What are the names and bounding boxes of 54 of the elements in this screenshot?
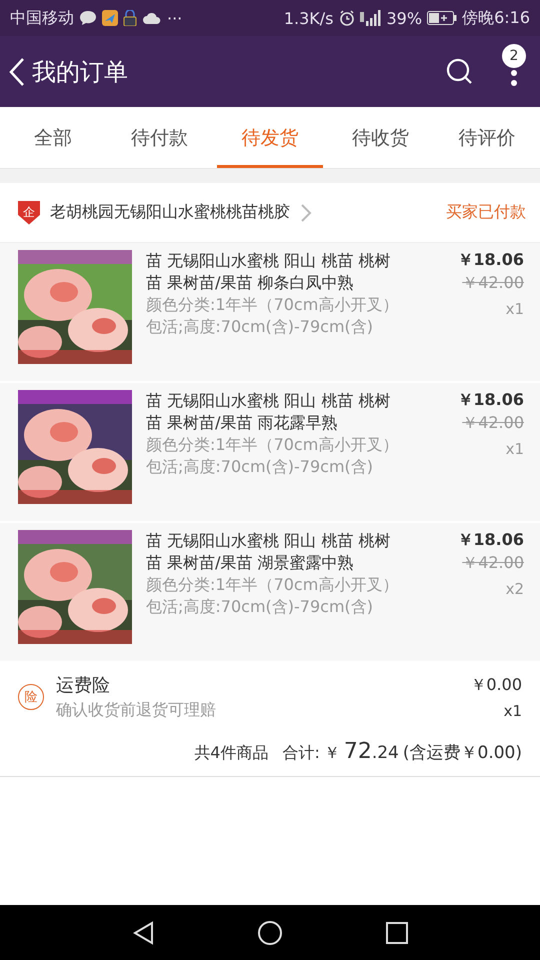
order-tab[interactable]: 待收货	[327, 107, 434, 168]
order-tab[interactable]: 全部	[0, 107, 106, 168]
item-price: ￥18.06	[457, 250, 524, 271]
item-title: 苗 无锡阳山水蜜桃 阳山 桃苗 桃树苗 果树苗/果苗 雨花露早熟	[146, 390, 392, 434]
original-price: ￥42.00	[462, 413, 524, 434]
carrier-name: 中国移动	[10, 8, 74, 28]
order-item[interactable]: 苗 无锡阳山水蜜桃 阳山 桃苗 桃树苗 果树苗/果苗 湖景蜜露中熟 颜色分类:1年半（70cm高小开叉）包活;高度:70cm(含)-79cm(含) ￥18.06 ￥42.00 x2	[0, 523, 540, 663]
original-price: ￥42.00	[462, 273, 524, 294]
original-price: ￥42.00	[462, 553, 524, 574]
page-title: 我的订单	[32, 56, 129, 88]
clock-time: 傍晚6:16	[462, 8, 530, 28]
shop-name[interactable]: 老胡桃园无锡阳山水蜜桃桃苗桃胶	[50, 202, 290, 223]
item-quantity: x1	[506, 440, 524, 458]
item-title: 苗 无锡阳山水蜜桃 阳山 桃苗 桃树苗 果树苗/果苗 柳条白凤中熟	[146, 250, 392, 294]
notification-badge: 2	[502, 44, 526, 68]
item-spec: 颜色分类:1年半（70cm高小开叉）包活;高度:70cm(含)-79cm(含)	[146, 434, 400, 478]
signal-icon	[360, 10, 382, 26]
shipping-note: (含运费￥0.00)	[402, 742, 522, 764]
cloud-icon	[142, 11, 162, 25]
app-icon	[102, 10, 118, 26]
item-spec: 颜色分类:1年半（70cm高小开叉）包活;高度:70cm(含)-79cm(含)	[146, 574, 400, 618]
shop-badge: 企	[18, 200, 40, 224]
network-speed: 1.3K/s	[284, 8, 334, 28]
back-icon[interactable]	[8, 56, 26, 86]
lock-icon	[123, 10, 137, 26]
insurance-note: 确认收货前退货可理赔	[56, 700, 217, 721]
insurance-badge: 险	[18, 684, 44, 710]
recents-icon[interactable]	[386, 922, 408, 944]
order-item[interactable]: 苗 无锡阳山水蜜桃 阳山 桃苗 桃树苗 果树苗/果苗 柳条白凤中熟 颜色分类:1年半（70cm高小开叉）包活;高度:70cm(含)-79cm(含) ￥18.06 ￥42.00 x1	[0, 243, 540, 383]
home-icon[interactable]	[256, 920, 283, 946]
item-title: 苗 无锡阳山水蜜桃 阳山 桃苗 桃树苗 果树苗/果苗 湖景蜜露中熟	[146, 530, 392, 574]
more-notifications: ···	[167, 8, 182, 28]
order-tab[interactable]: 待评价	[434, 107, 540, 168]
battery-icon	[427, 11, 458, 25]
item-quantity: x2	[506, 580, 524, 598]
alarm-icon	[338, 10, 354, 26]
insurance-name: 运费险	[56, 674, 111, 697]
insurance-quantity: x1	[504, 702, 522, 720]
insurance-price: ￥0.00	[470, 674, 522, 696]
search-icon[interactable]	[446, 58, 474, 86]
item-price: ￥18.06	[457, 390, 524, 411]
chat-bubble-icon	[79, 10, 97, 26]
item-count: 共4件商品	[194, 743, 268, 764]
order-status: 买家已付款	[446, 202, 526, 223]
item-quantity: x1	[506, 300, 524, 318]
battery-percent: 39%	[386, 8, 422, 28]
back-icon[interactable]	[132, 920, 154, 944]
item-spec: 颜色分类:1年半（70cm高小开叉）包活;高度:70cm(含)-79cm(含)	[146, 294, 400, 338]
item-price: ￥18.06	[457, 530, 524, 551]
order-tab[interactable]: 待付款	[106, 107, 213, 168]
total-amount: 72.24	[344, 739, 399, 764]
order-item[interactable]: 苗 无锡阳山水蜜桃 阳山 桃苗 桃树苗 果树苗/果苗 雨花露早熟 颜色分类:1年半（70cm高小开叉）包活;高度:70cm(含)-79cm(含) ￥18.06 ￥42.00 x1	[0, 383, 540, 523]
total-label: 合计:	[282, 743, 320, 764]
currency-sign: ￥	[324, 743, 340, 764]
